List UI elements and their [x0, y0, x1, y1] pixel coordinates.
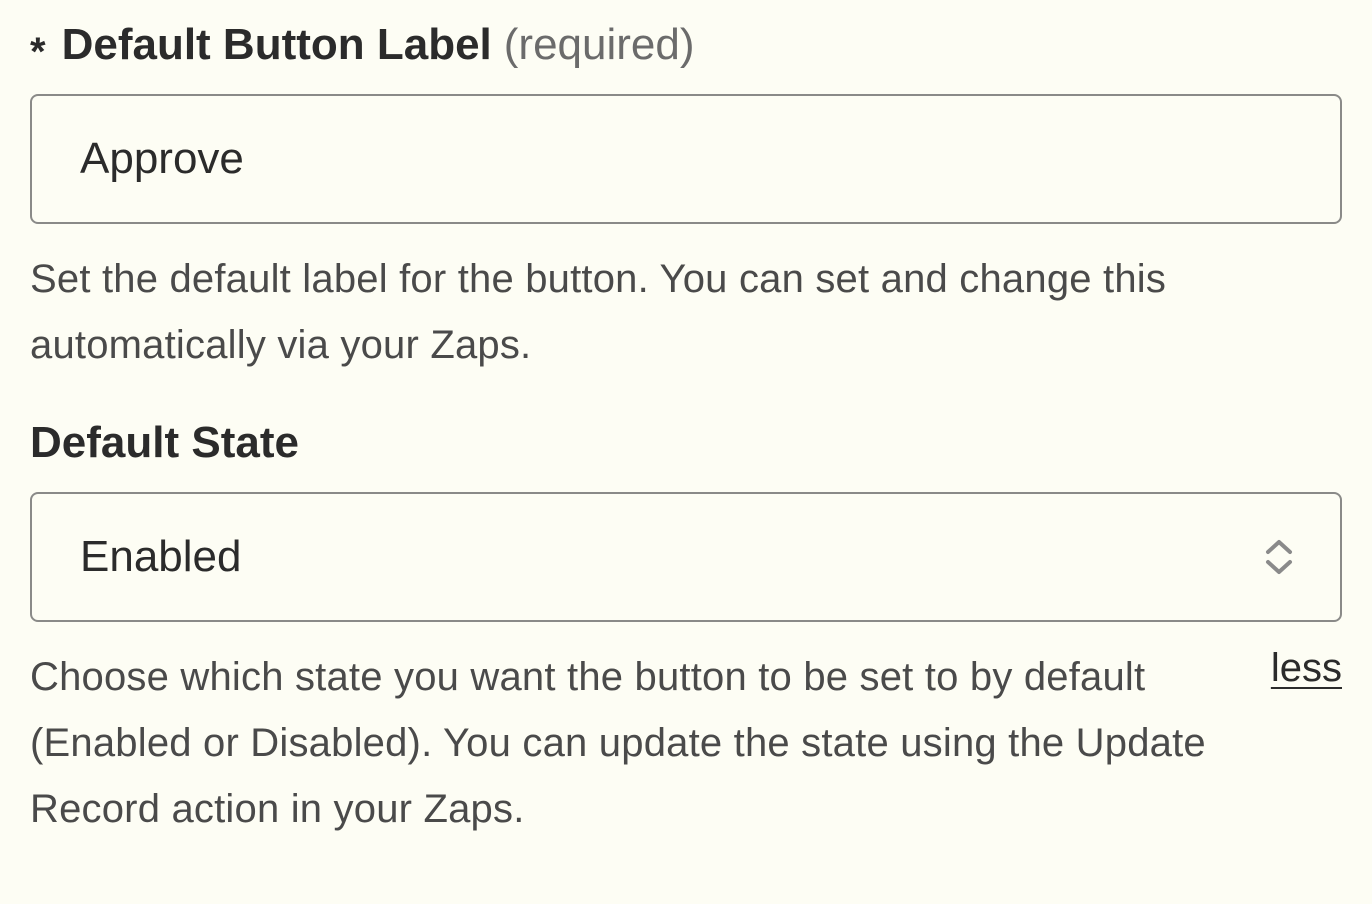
default-state-field: Default State Enabled Choose which state… [30, 418, 1342, 842]
default-state-help: Choose which state you want the button t… [30, 644, 1231, 842]
default-state-value: Enabled [80, 532, 241, 582]
field-label-row: Default State [30, 418, 1342, 468]
default-button-label-input[interactable] [30, 94, 1342, 224]
default-state-select-wrap: Enabled [30, 492, 1342, 622]
less-toggle-link[interactable]: less [1271, 646, 1342, 691]
chevron-up-down-icon [1264, 538, 1294, 576]
default-state-help-row: Choose which state you want the button t… [30, 644, 1342, 842]
required-asterisk: * [30, 32, 46, 72]
default-button-label-field: * Default Button Label (required) Set th… [30, 20, 1342, 378]
field-label-row: * Default Button Label (required) [30, 20, 1342, 70]
default-button-label-title: Default Button Label [62, 20, 492, 70]
required-suffix: (required) [504, 20, 695, 70]
default-button-label-help: Set the default label for the button. Yo… [30, 246, 1342, 378]
default-state-select[interactable]: Enabled [30, 492, 1342, 622]
default-state-title: Default State [30, 418, 299, 468]
